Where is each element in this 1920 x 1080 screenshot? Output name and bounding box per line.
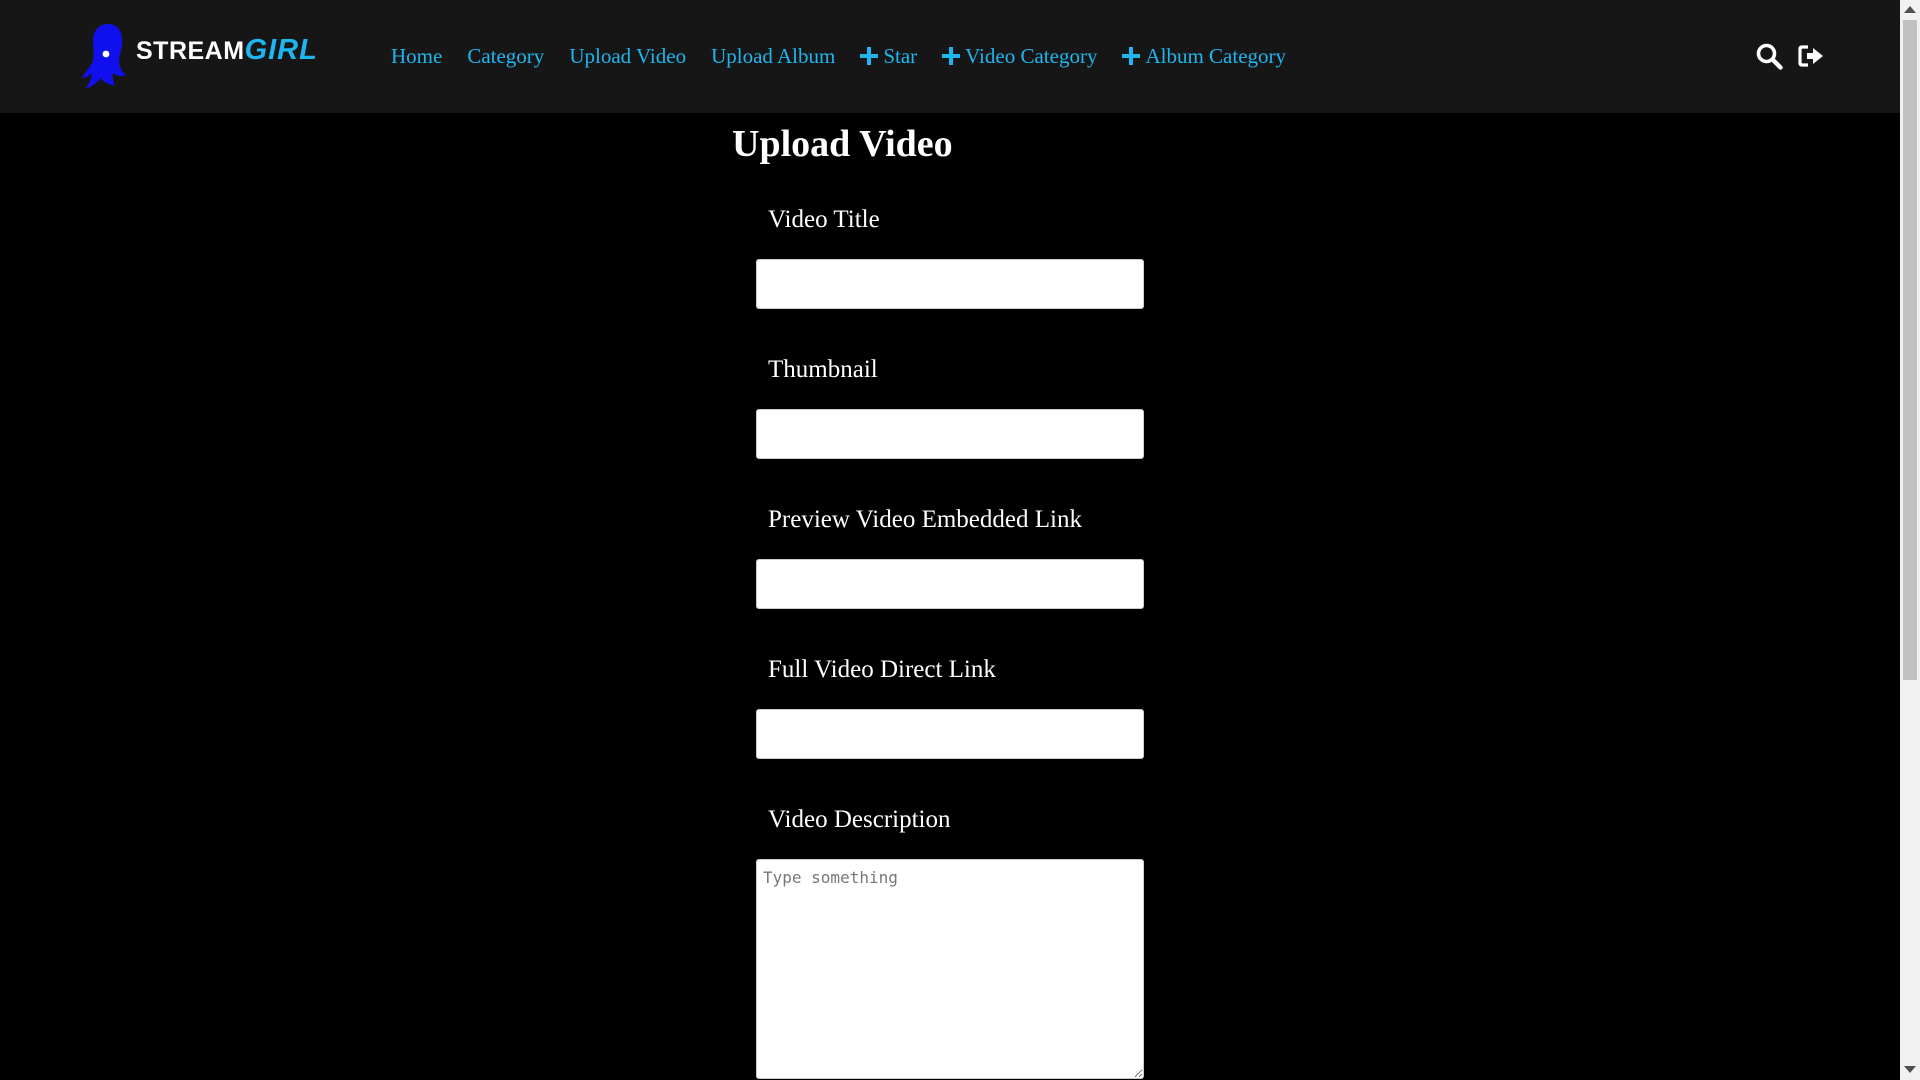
logo-stream-text: STREAM: [136, 36, 245, 65]
header-actions: [1755, 42, 1839, 70]
plus-icon: [942, 47, 961, 65]
full-link-label: Full Video Direct Link: [768, 656, 996, 683]
sign-out-icon[interactable]: [1797, 42, 1825, 70]
plus-icon: [1122, 47, 1141, 65]
preview-link-input[interactable]: [756, 559, 1144, 609]
logo-girl-text: GIRL: [244, 33, 318, 66]
search-icon[interactable]: [1755, 42, 1783, 70]
nav-add-album-category-label: Album Category: [1145, 43, 1287, 68]
description-textarea[interactable]: [756, 859, 1144, 1079]
vertical-scrollbar[interactable]: [1900, 0, 1920, 1080]
page: STREAM GIRL Home Category Upload Video U…: [0, 0, 1900, 1080]
site-logo[interactable]: STREAM GIRL: [82, 22, 318, 90]
site-header: STREAM GIRL Home Category Upload Video U…: [0, 0, 1900, 113]
nav-upload-album[interactable]: Upload Album: [711, 44, 835, 69]
nav-add-star[interactable]: Star: [860, 44, 917, 69]
video-title-input[interactable]: [756, 259, 1144, 309]
logo-text: STREAM GIRL: [136, 34, 318, 67]
scroll-thumb[interactable]: [1903, 20, 1917, 680]
nav-add-video-category-label: Video Category: [965, 43, 1098, 68]
main-nav: Home Category Upload Video Upload Album …: [391, 40, 1311, 72]
scroll-up-arrow-icon[interactable]: [1904, 6, 1916, 13]
nav-add-album-category[interactable]: Album Category: [1122, 44, 1286, 69]
upload-video-form: Video Title Thumbnail Preview Video Embe…: [756, 200, 1144, 1079]
nav-add-star-label: Star: [883, 43, 918, 68]
nav-add-video-category[interactable]: Video Category: [942, 44, 1097, 69]
thumbnail-input[interactable]: [756, 409, 1144, 459]
nav-upload-video[interactable]: Upload Video: [569, 44, 686, 69]
thumbnail-label: Thumbnail: [768, 356, 878, 383]
plus-icon: [860, 47, 879, 65]
full-link-input[interactable]: [756, 709, 1144, 759]
video-title-label: Video Title: [768, 206, 880, 233]
page-title: Upload Video: [732, 123, 953, 165]
nav-category[interactable]: Category: [467, 44, 544, 69]
nav-home[interactable]: Home: [391, 44, 442, 69]
preview-link-label: Preview Video Embedded Link: [768, 506, 1082, 533]
ghost-logo-icon: [82, 24, 126, 89]
scroll-down-arrow-icon[interactable]: [1904, 1066, 1916, 1073]
description-label: Video Description: [768, 806, 951, 833]
